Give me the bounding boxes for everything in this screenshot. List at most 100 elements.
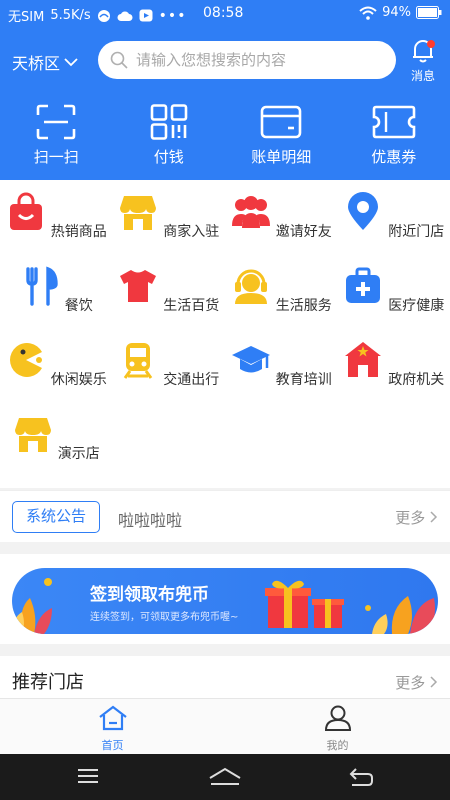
qr-pay-icon — [150, 104, 188, 140]
category-label: 医疗健康 — [388, 298, 445, 314]
tab-label: 我的 — [326, 739, 349, 752]
battery-percent: 94% — [382, 5, 411, 20]
quick-action-pay[interactable]: 付钱 — [113, 100, 226, 170]
category-dining[interactable]: 餐饮 — [0, 266, 113, 340]
carrier-text: 无SIM — [8, 10, 45, 25]
system-notice[interactable]: 系统公告 啦啦啦啦 更多 — [0, 490, 450, 542]
category-label: 教育培训 — [275, 372, 332, 388]
home-icon — [98, 705, 127, 731]
system-navigation-bar — [0, 754, 450, 800]
category-education[interactable]: 教育培训 — [225, 340, 338, 414]
tab-home[interactable]: 首页 — [0, 699, 225, 754]
notice-more-link[interactable]: 更多 — [395, 507, 438, 528]
store-icon — [120, 196, 157, 230]
category-label: 邀请好友 — [275, 224, 332, 240]
category-label: 交通出行 — [163, 372, 220, 388]
more-label: 更多 — [395, 674, 426, 692]
message-button[interactable]: 消息 — [404, 38, 442, 84]
quick-action-label: 扫一扫 — [33, 148, 79, 166]
category-label: 热销商品 — [50, 224, 107, 240]
status-bar: 无SIM 5.5K/s ••• 08:58 94% — [0, 0, 450, 30]
government-icon — [345, 342, 382, 377]
user-icon — [324, 705, 351, 731]
category-nearby-stores[interactable]: 附近门店 — [338, 192, 450, 266]
battery-icon — [416, 6, 442, 19]
header: 无SIM 5.5K/s ••• 08:58 94% 天桥区 请输入您想搜索的内容… — [0, 0, 450, 180]
location-label: 天桥区 — [12, 54, 61, 73]
clock: 08:58 — [203, 5, 244, 21]
message-label: 消息 — [410, 69, 435, 83]
category-leisure[interactable]: 休闲娱乐 — [0, 340, 113, 414]
network-speed: 5.5K/s — [50, 8, 91, 23]
medical-kit-icon — [346, 267, 381, 303]
category-label: 生活服务 — [275, 298, 332, 314]
chevron-right-icon — [430, 676, 438, 688]
category-demo-store[interactable]: 演示店 — [0, 414, 113, 488]
menu-icon[interactable] — [76, 766, 100, 786]
location-selector[interactable]: 天桥区 — [12, 50, 78, 74]
scan-icon — [36, 104, 76, 140]
tab-mine[interactable]: 我的 — [225, 699, 450, 754]
cutlery-icon — [26, 266, 58, 306]
chevron-right-icon — [430, 511, 438, 523]
quick-action-label: 优惠券 — [371, 148, 417, 166]
banner-plant-right-icon — [365, 596, 435, 634]
bottom-tab-bar: 首页 我的 — [0, 698, 450, 754]
back-icon[interactable] — [348, 766, 374, 788]
quick-actions: 扫一扫 付钱 账单明细 优惠券 — [0, 100, 450, 170]
category-label: 政府机关 — [388, 372, 445, 388]
recommend-section: 推荐门店 更多 — [0, 656, 450, 698]
category-medical-health[interactable]: 医疗健康 — [338, 266, 450, 340]
category-life-services[interactable]: 生活服务 — [225, 266, 338, 340]
home-nav-icon[interactable] — [208, 766, 242, 788]
shopping-bag-icon — [9, 192, 42, 230]
train-icon — [123, 343, 153, 379]
wifi-icon — [359, 6, 377, 20]
quick-action-coupon[interactable]: 优惠券 — [338, 100, 450, 170]
recommend-more-link[interactable]: 更多 — [395, 672, 438, 693]
category-hot-products[interactable]: 热销商品 — [0, 192, 113, 266]
category-label: 餐饮 — [64, 298, 93, 314]
tab-label: 首页 — [101, 739, 124, 752]
search-icon — [110, 51, 128, 69]
tshirt-icon — [120, 270, 157, 302]
location-pin-icon — [348, 192, 379, 230]
category-label: 休闲娱乐 — [50, 372, 107, 388]
category-label: 演示店 — [57, 446, 100, 462]
app-notification-icon — [97, 9, 110, 22]
banner-section: 签到领取布兜币 连续签到，可领取更多布兜币喔~ — [0, 554, 450, 644]
friends-icon — [231, 196, 270, 228]
search-bar[interactable] — [98, 41, 396, 79]
quick-action-label: 账单明细 — [251, 148, 312, 166]
graduation-cap-icon — [231, 346, 270, 373]
recommend-title: 推荐门店 — [12, 672, 84, 693]
search-input[interactable] — [136, 51, 376, 69]
app-screen: 无SIM 5.5K/s ••• 08:58 94% 天桥区 请输入您想搜索的内容… — [0, 0, 450, 800]
pacman-icon — [9, 343, 42, 377]
more-dots-icon: ••• — [158, 7, 187, 24]
banner-plant-left-icon — [12, 578, 52, 634]
category-daily-goods[interactable]: 生活百货 — [113, 266, 226, 340]
more-label: 更多 — [395, 509, 426, 527]
coupon-icon — [372, 105, 416, 139]
category-government[interactable]: 政府机关 — [338, 340, 450, 414]
gift-box-icon — [265, 580, 344, 628]
quick-action-scan[interactable]: 扫一扫 — [0, 100, 113, 170]
unread-dot — [427, 40, 435, 48]
category-label: 商家入驻 — [163, 224, 220, 240]
category-merchant-join[interactable]: 商家入驻 — [113, 192, 226, 266]
notice-tag: 系统公告 — [12, 501, 100, 533]
checkin-banner[interactable]: 签到领取布兜币 连续签到，可领取更多布兜币喔~ — [12, 568, 438, 634]
category-transport[interactable]: 交通出行 — [113, 340, 226, 414]
notice-text: 啦啦啦啦 — [118, 511, 183, 530]
category-label: 生活百货 — [163, 298, 220, 314]
headset-icon — [234, 269, 267, 304]
category-invite-friends[interactable]: 邀请好友 — [225, 192, 338, 266]
category-label: 附近门店 — [388, 224, 445, 240]
chevron-down-icon — [64, 58, 78, 67]
cloud-icon — [117, 11, 133, 21]
quick-action-bill[interactable]: 账单明细 — [225, 100, 338, 170]
video-icon — [139, 9, 153, 22]
category-grid: 热销商品 商家入驻 邀请好友 附近门店 餐饮 生活百货 生活服务 医疗健康 休闲… — [0, 180, 450, 488]
shop-icon — [14, 418, 51, 452]
